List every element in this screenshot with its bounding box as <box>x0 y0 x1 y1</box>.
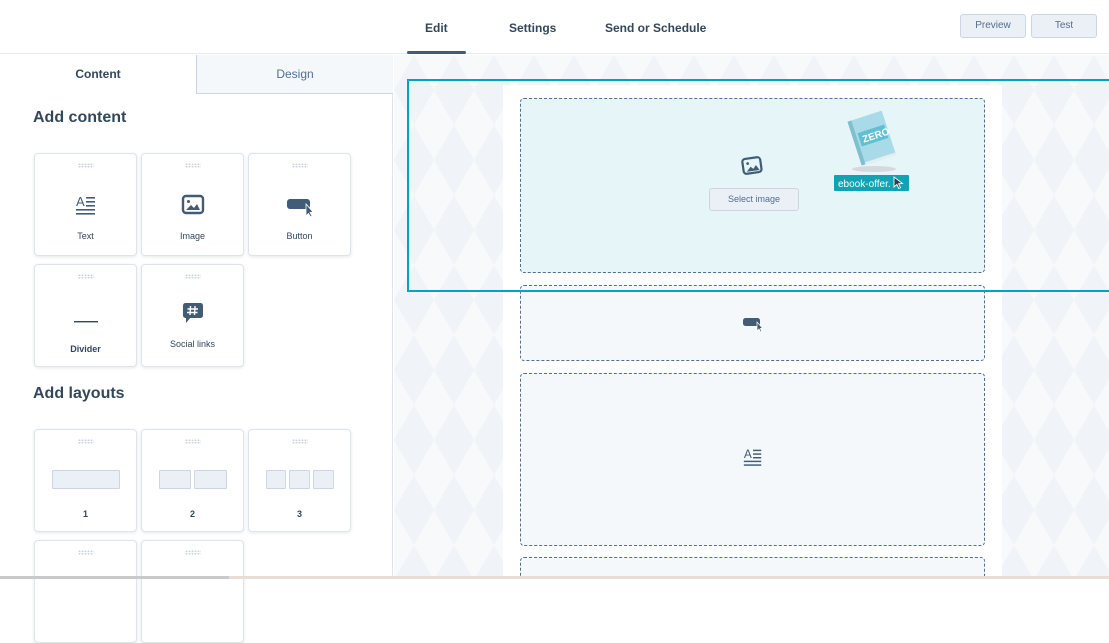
preview-button[interactable]: Preview <box>960 14 1026 38</box>
layout-item-label: 3 <box>249 509 350 519</box>
mouse-cursor-icon <box>893 176 905 189</box>
content-item-label: Divider <box>35 344 136 354</box>
content-item-label: Text <box>35 231 136 241</box>
sidebar-tab-design[interactable]: Design <box>196 55 393 94</box>
button-module-placeholder[interactable] <box>520 285 985 361</box>
layout-item-5[interactable] <box>141 540 244 643</box>
drag-handle-icon <box>78 163 94 168</box>
select-image-button[interactable]: Select image <box>709 188 799 211</box>
button-icon <box>286 193 314 222</box>
drag-handle-icon <box>185 550 201 555</box>
content-item-text[interactable]: A Text <box>34 153 137 256</box>
drag-handle-icon <box>185 274 201 279</box>
text-icon: A <box>742 446 764 473</box>
add-content-heading: Add content <box>33 109 126 127</box>
image-placeholder-icon <box>741 156 763 181</box>
layout-item-2-columns[interactable]: 2 <box>141 429 244 532</box>
svg-text:A: A <box>743 447 751 461</box>
layout-item-4[interactable] <box>34 540 137 643</box>
tab-edit[interactable]: Edit <box>425 0 448 54</box>
image-icon <box>181 193 205 222</box>
svg-text:A: A <box>76 194 85 209</box>
drag-handle-icon <box>185 439 201 444</box>
content-item-label: Social links <box>142 339 243 349</box>
ebook-cover-thumbnail: ZERO <box>842 109 906 178</box>
text-module-placeholder[interactable]: A <box>520 373 985 546</box>
button-icon <box>742 316 764 337</box>
content-item-label: Image <box>142 231 243 241</box>
top-nav-bar: Edit Settings Send or Schedule Preview T… <box>0 0 1109 54</box>
content-item-social-links[interactable]: Social links <box>141 264 244 367</box>
add-layouts-heading: Add layouts <box>33 385 125 403</box>
layout-item-3-columns[interactable]: 3 <box>248 429 351 532</box>
content-item-label: Button <box>249 231 350 241</box>
drag-handle-icon <box>292 163 308 168</box>
image-module-drop-zone[interactable]: Select image ZERO ebook-offer. <box>520 98 985 273</box>
layout-3-column-preview <box>249 470 350 489</box>
divider-icon <box>74 311 98 329</box>
layout-item-label: 2 <box>142 509 243 519</box>
drag-handle-icon <box>78 439 94 444</box>
layout-item-label: 1 <box>35 509 136 519</box>
drag-handle-icon <box>78 274 94 279</box>
sidebar-panel: Content Design Add content A Text Image … <box>0 55 393 579</box>
layout-1-column-preview <box>35 470 136 489</box>
drag-handle-icon <box>292 439 308 444</box>
layout-item-1-column[interactable]: 1 <box>34 429 137 532</box>
drag-handle-icon <box>78 550 94 555</box>
drag-handle-icon <box>185 163 201 168</box>
tab-send-or-schedule[interactable]: Send or Schedule <box>605 0 706 54</box>
text-icon: A <box>74 193 98 222</box>
file-name-text: ebook-offer. <box>838 179 891 190</box>
content-item-divider[interactable]: Divider <box>34 264 137 367</box>
tab-settings[interactable]: Settings <box>509 0 556 54</box>
sidebar-tab-content[interactable]: Content <box>0 55 196 94</box>
test-button[interactable]: Test <box>1031 14 1097 38</box>
content-item-button[interactable]: Button <box>248 153 351 256</box>
dragged-file-name: ebook-offer. <box>834 175 909 191</box>
email-canvas: Select image ZERO ebook-offer. <box>394 55 1109 579</box>
content-item-image[interactable]: Image <box>141 153 244 256</box>
layout-2-column-preview <box>142 470 243 489</box>
social-hashtag-icon <box>182 301 204 330</box>
